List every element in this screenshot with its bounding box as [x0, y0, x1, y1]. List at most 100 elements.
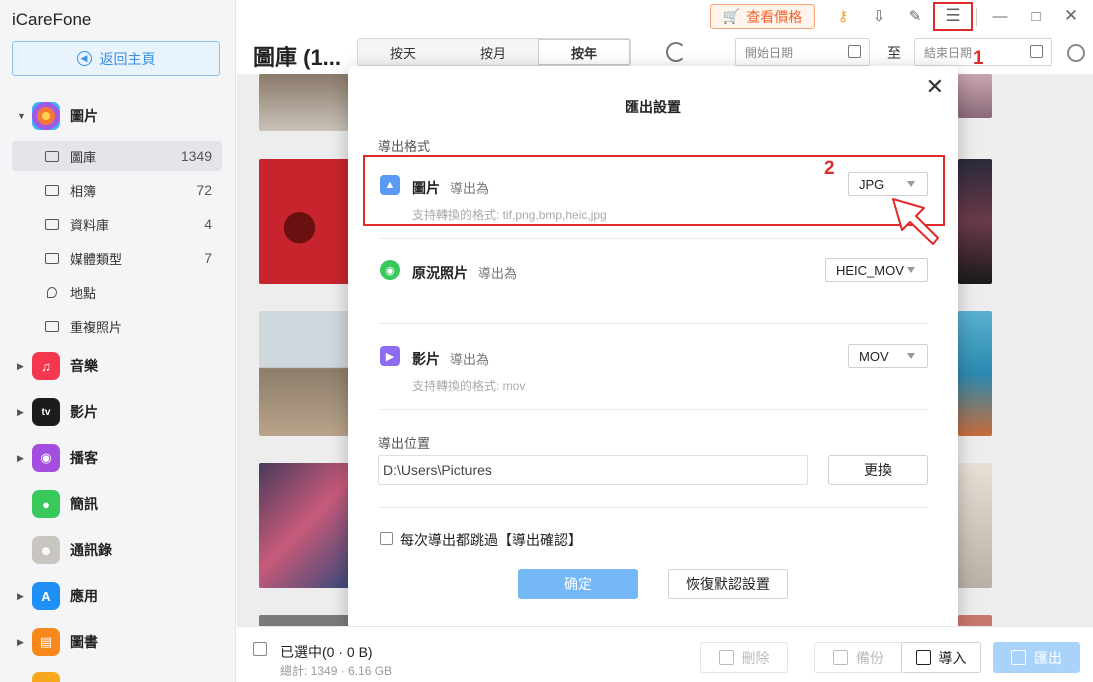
sidebar-item-albums[interactable]: 相簿 72 — [12, 175, 222, 205]
database-icon — [45, 218, 59, 230]
select-all-checkbox[interactable] — [253, 642, 267, 656]
video-format-name: 影片 — [412, 351, 440, 367]
item-count: 72 — [196, 182, 212, 198]
skip-confirm-label: 每次導出都跳過【導出確認】 — [400, 532, 582, 548]
video-format-note: 支持轉換的格式: mov — [412, 379, 526, 393]
start-date-placeholder: 開始日期 — [745, 45, 794, 60]
annotation-number-2: 2 — [824, 158, 835, 179]
trash-icon — [718, 650, 734, 665]
category-photos[interactable]: ▼ 圖片 — [0, 96, 236, 136]
sidebar-item-label: 地點 — [70, 285, 97, 301]
live-photo-icon: ◉ — [380, 260, 400, 280]
sidebar-item-label: 相簿 — [70, 183, 97, 199]
backup-icon — [833, 650, 848, 665]
live-format-select[interactable]: HEIC_MOV — [825, 258, 928, 282]
item-count: 1349 — [180, 148, 212, 164]
app-title: iCareFone — [12, 10, 92, 29]
page-title: 圖庫 (1... — [253, 45, 342, 70]
next-category-icon — [32, 672, 60, 682]
tab-by-month[interactable]: 按月 — [448, 39, 538, 65]
photo-thumbnail[interactable] — [958, 74, 992, 118]
calendar-icon[interactable] — [1030, 45, 1043, 58]
category-music[interactable]: ▶ ♫ 音樂 — [0, 346, 236, 386]
export-button[interactable]: 匯出 — [993, 642, 1080, 673]
sidebar-item-media-types[interactable]: 媒體類型 7 — [12, 243, 222, 273]
settings-gear-icon[interactable] — [1067, 44, 1085, 62]
location-section-label: 導出位置 — [378, 436, 431, 451]
view-price-button[interactable]: 🛒 查看價格 — [710, 4, 815, 29]
photo-thumbnail[interactable] — [958, 615, 992, 626]
backup-button[interactable]: 備份 — [814, 642, 903, 673]
toolbar-divider — [976, 8, 977, 26]
photo-thumbnail[interactable] — [259, 159, 349, 284]
category-podcasts[interactable]: ▶ ◉ 播客 — [0, 438, 236, 478]
key-icon[interactable]: ⚷ — [832, 5, 854, 27]
live-format-sub: 導出為 — [478, 266, 518, 281]
close-window-icon[interactable]: ✕ — [1060, 5, 1082, 27]
photo-thumbnail[interactable] — [259, 615, 349, 626]
format-section-label: 導出格式 — [378, 139, 431, 154]
sidebar: iCareFone ◀ 返回主頁 ▼ 圖片 圖庫 1349 相簿 72 資料庫 … — [0, 0, 236, 682]
photo-thumbnail[interactable] — [958, 159, 992, 284]
image-icon — [45, 150, 59, 162]
category-label: 通訊錄 — [70, 542, 112, 558]
video-format-select[interactable]: MOV — [848, 344, 928, 368]
sidebar-item-duplicates[interactable]: 重複照片 — [12, 311, 222, 341]
divider — [378, 507, 928, 508]
category-messages[interactable]: ● 簡訊 — [0, 484, 236, 524]
feedback-icon[interactable]: ✎ — [904, 5, 926, 27]
image-icon: ▲ — [380, 175, 400, 195]
caret-right-icon: ▶ — [17, 406, 24, 417]
export-label: 匯出 — [1034, 649, 1062, 666]
export-path-input[interactable]: D:\Users\Pictures — [378, 455, 808, 485]
caret-down-icon: ▼ — [17, 111, 26, 121]
item-count: 4 — [204, 216, 212, 232]
annotation-number-1: 1 — [973, 48, 984, 69]
skip-confirm-checkbox[interactable] — [380, 532, 393, 545]
photo-thumbnail[interactable] — [259, 463, 349, 588]
caret-right-icon: ▶ — [17, 590, 24, 601]
category-video[interactable]: ▶ tv 影片 — [0, 392, 236, 432]
appletv-icon: tv — [32, 398, 60, 426]
start-date-input[interactable]: 開始日期 — [735, 38, 870, 66]
export-settings-dialog: ✕ 匯出設置 導出格式 ▲ 圖片 導出為 支持轉換的格式: tif,png,bm… — [348, 66, 958, 630]
album-icon — [45, 184, 59, 196]
category-label: 應用 — [70, 588, 98, 604]
date-range-separator: 至 — [887, 45, 901, 61]
sidebar-item-database[interactable]: 資料庫 4 — [12, 209, 222, 239]
sidebar-item-library[interactable]: 圖庫 1349 — [12, 141, 222, 171]
home-button[interactable]: ◀ 返回主頁 — [12, 41, 220, 76]
refresh-icon[interactable] — [666, 42, 686, 62]
play-icon: ▶ — [380, 346, 400, 366]
minimize-icon[interactable]: — — [989, 5, 1011, 27]
sidebar-item-places[interactable]: 地點 — [12, 277, 222, 307]
photo-thumbnail[interactable] — [958, 463, 992, 588]
photo-thumbnail[interactable] — [259, 74, 349, 131]
calendar-icon[interactable] — [848, 45, 861, 58]
category-apps[interactable]: ▶ A 應用 — [0, 576, 236, 616]
caret-right-icon: ▶ — [17, 360, 24, 371]
import-button[interactable]: 導入 — [901, 642, 981, 673]
end-date-placeholder: 結束日期 — [924, 45, 973, 60]
confirm-button[interactable]: 确定 — [518, 569, 638, 599]
maximize-icon[interactable]: □ — [1025, 5, 1047, 27]
date-group-tabs: 按天 按月 按年 — [357, 38, 631, 66]
download-icon[interactable]: ⇩ — [868, 5, 890, 27]
photo-thumbnail[interactable] — [259, 311, 349, 436]
delete-button[interactable]: 刪除 — [700, 642, 788, 673]
tab-by-year[interactable]: 按年 — [538, 39, 630, 65]
divider — [378, 238, 928, 239]
category-label: 播客 — [70, 450, 98, 466]
change-path-button[interactable]: 更換 — [828, 455, 928, 485]
back-arrow-icon: ◀ — [76, 51, 92, 66]
category-books[interactable]: ▶ ▤ 圖書 — [0, 622, 236, 662]
category-contacts[interactable]: ☻ 通訊錄 — [0, 530, 236, 570]
video-icon — [45, 252, 59, 264]
reset-defaults-button[interactable]: 恢復默認設置 — [668, 569, 788, 599]
backup-label: 備份 — [856, 649, 884, 666]
tab-by-day[interactable]: 按天 — [358, 39, 448, 65]
photo-format-select[interactable]: JPG — [848, 172, 928, 196]
category-label: 簡訊 — [70, 496, 98, 512]
photo-thumbnail[interactable] — [958, 311, 992, 436]
sidebar-item-label: 資料庫 — [70, 217, 110, 233]
